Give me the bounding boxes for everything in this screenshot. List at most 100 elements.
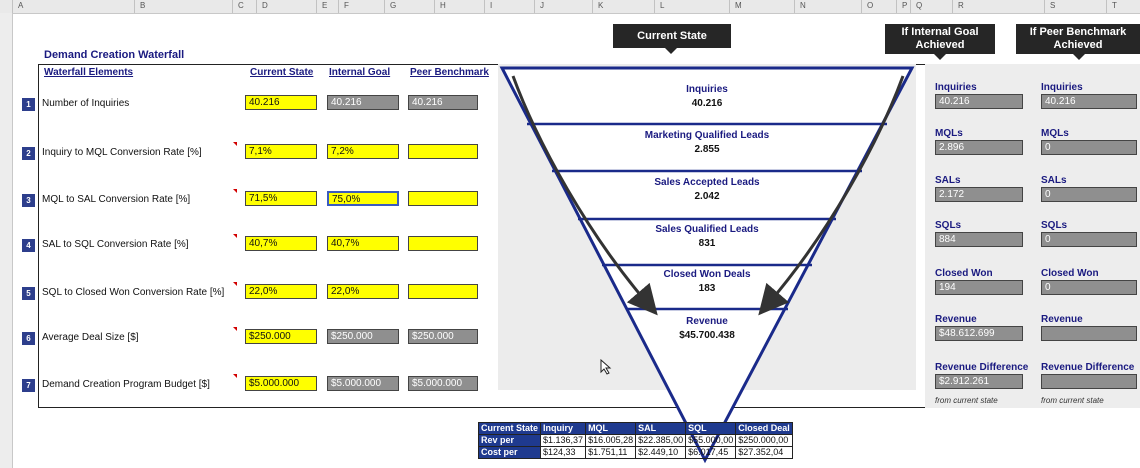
column-letter-c[interactable]: C [238, 1, 244, 10]
goal-outcome-value[interactable]: 884 [935, 232, 1023, 247]
current-state-cell[interactable]: 71,5% [245, 191, 317, 206]
internal-goal-cell[interactable]: $5.000.000 [327, 376, 399, 391]
column-letter-m[interactable]: M [735, 1, 742, 10]
current-state-cell[interactable]: $5.000.000 [245, 376, 317, 391]
column-letter-n[interactable]: N [800, 1, 806, 10]
column-letter-q[interactable]: Q [916, 1, 922, 10]
column-letter-g[interactable]: G [390, 1, 396, 10]
peer-benchmark-cell[interactable] [408, 284, 478, 299]
internal-goal-cell[interactable]: 40,7% [327, 236, 399, 251]
current-state-cell[interactable]: 22,0% [245, 284, 317, 299]
peer-outcome-value[interactable] [1041, 326, 1137, 341]
peer-outcome-value[interactable]: 0 [1041, 140, 1137, 155]
peer-outcome-value[interactable]: 0 [1041, 232, 1137, 247]
column-divider[interactable] [952, 0, 953, 13]
goal-outcome-value[interactable]: 194 [935, 280, 1023, 295]
column-divider[interactable] [794, 0, 795, 13]
table-header-cell[interactable]: Current State [477, 422, 542, 435]
table-header-cell[interactable]: Inquiry [540, 422, 587, 435]
table-cell[interactable]: $22.385,00 [635, 434, 687, 447]
goal-outcome-value[interactable]: 2.896 [935, 140, 1023, 155]
column-divider[interactable] [232, 0, 233, 13]
table-cell[interactable]: $27.352,04 [735, 446, 793, 459]
table-header-cell[interactable]: Closed Deal [735, 422, 793, 435]
comment-indicator-icon[interactable] [233, 374, 237, 378]
peer-outcome-value[interactable] [1041, 374, 1137, 389]
column-letter-f[interactable]: F [344, 1, 349, 10]
goal-outcome-value[interactable]: 40.216 [935, 94, 1023, 109]
goal-outcome-value[interactable]: 2.172 [935, 187, 1023, 202]
table-cell[interactable]: $2.449,10 [635, 446, 687, 459]
column-letter-k[interactable]: K [598, 1, 603, 10]
column-divider[interactable] [484, 0, 485, 13]
table-row-header[interactable]: Cost per [477, 446, 542, 459]
column-letter-r[interactable]: R [958, 1, 964, 10]
column-letter-i[interactable]: I [490, 1, 492, 10]
current-state-cell[interactable]: $250.000 [245, 329, 317, 344]
column-divider[interactable] [12, 0, 13, 13]
table-cell[interactable]: $124,33 [540, 446, 587, 459]
column-letter-h[interactable]: H [440, 1, 446, 10]
column-divider[interactable] [384, 0, 385, 13]
comment-indicator-icon[interactable] [233, 234, 237, 238]
column-letter-t[interactable]: T [1112, 1, 1117, 10]
table-cell[interactable]: $6.017,45 [685, 446, 737, 459]
goal-outcome-value[interactable]: $2.912.261 [935, 374, 1023, 389]
column-divider[interactable] [256, 0, 257, 13]
column-divider[interactable] [534, 0, 535, 13]
column-letter-d[interactable]: D [262, 1, 268, 10]
table-cell[interactable]: $1.751,11 [585, 446, 637, 459]
comment-indicator-icon[interactable] [233, 327, 237, 331]
table-header-cell[interactable]: MQL [585, 422, 637, 435]
peer-benchmark-cell[interactable] [408, 191, 478, 206]
table-row-header[interactable]: Rev per [477, 434, 542, 447]
column-letter-a[interactable]: A [18, 1, 23, 10]
internal-goal-cell[interactable]: 75,0% [327, 191, 399, 206]
goal-outcome-value[interactable]: $48.612.699 [935, 326, 1023, 341]
internal-goal-cell[interactable]: 22,0% [327, 284, 399, 299]
column-divider[interactable] [134, 0, 135, 13]
column-divider[interactable] [434, 0, 435, 13]
current-state-cell[interactable]: 40.216 [245, 95, 317, 110]
internal-goal-cell[interactable]: 7,2% [327, 144, 399, 159]
column-divider[interactable] [316, 0, 317, 13]
column-divider[interactable] [729, 0, 730, 13]
peer-benchmark-cell[interactable]: $250.000 [408, 329, 478, 344]
peer-outcome-value[interactable]: 40.216 [1041, 94, 1137, 109]
peer-benchmark-cell[interactable] [408, 144, 478, 159]
peer-benchmark-cell[interactable]: $5.000.000 [408, 376, 478, 391]
peer-benchmark-cell[interactable] [408, 236, 478, 251]
internal-goal-cell[interactable]: 40.216 [327, 95, 399, 110]
column-divider[interactable] [896, 0, 897, 13]
column-divider[interactable] [592, 0, 593, 13]
internal-goal-cell[interactable]: $250.000 [327, 329, 399, 344]
peer-outcome-value[interactable]: 0 [1041, 280, 1137, 295]
comment-indicator-icon[interactable] [233, 282, 237, 286]
column-letter-e[interactable]: E [322, 1, 327, 10]
table-cell[interactable]: $250.000,00 [735, 434, 793, 447]
column-letter-l[interactable]: L [660, 1, 664, 10]
column-letter-b[interactable]: B [140, 1, 145, 10]
column-divider[interactable] [861, 0, 862, 13]
current-state-cell[interactable]: 7,1% [245, 144, 317, 159]
peer-outcome-value[interactable]: 0 [1041, 187, 1137, 202]
column-divider[interactable] [654, 0, 655, 13]
table-cell[interactable]: $1.136,37 [540, 434, 587, 447]
column-letter-s[interactable]: S [1050, 1, 1055, 10]
peer-benchmark-cell[interactable]: 40.216 [408, 95, 478, 110]
column-divider[interactable] [1106, 0, 1107, 13]
column-divider[interactable] [910, 0, 911, 13]
current-state-cell[interactable]: 40,7% [245, 236, 317, 251]
column-divider[interactable] [338, 0, 339, 13]
column-letter-o[interactable]: O [867, 1, 873, 10]
header-waterfall-elements: Waterfall Elements [44, 67, 134, 78]
column-letter-j[interactable]: J [540, 1, 544, 10]
comment-indicator-icon[interactable] [233, 189, 237, 193]
comment-indicator-icon[interactable] [233, 142, 237, 146]
table-cell[interactable]: $55.000,00 [685, 434, 737, 447]
column-letter-p[interactable]: P [902, 1, 907, 10]
table-header-cell[interactable]: SAL [635, 422, 687, 435]
column-divider[interactable] [1044, 0, 1045, 13]
table-cell[interactable]: $16.005,28 [585, 434, 637, 447]
table-header-cell[interactable]: SQL [685, 422, 737, 435]
